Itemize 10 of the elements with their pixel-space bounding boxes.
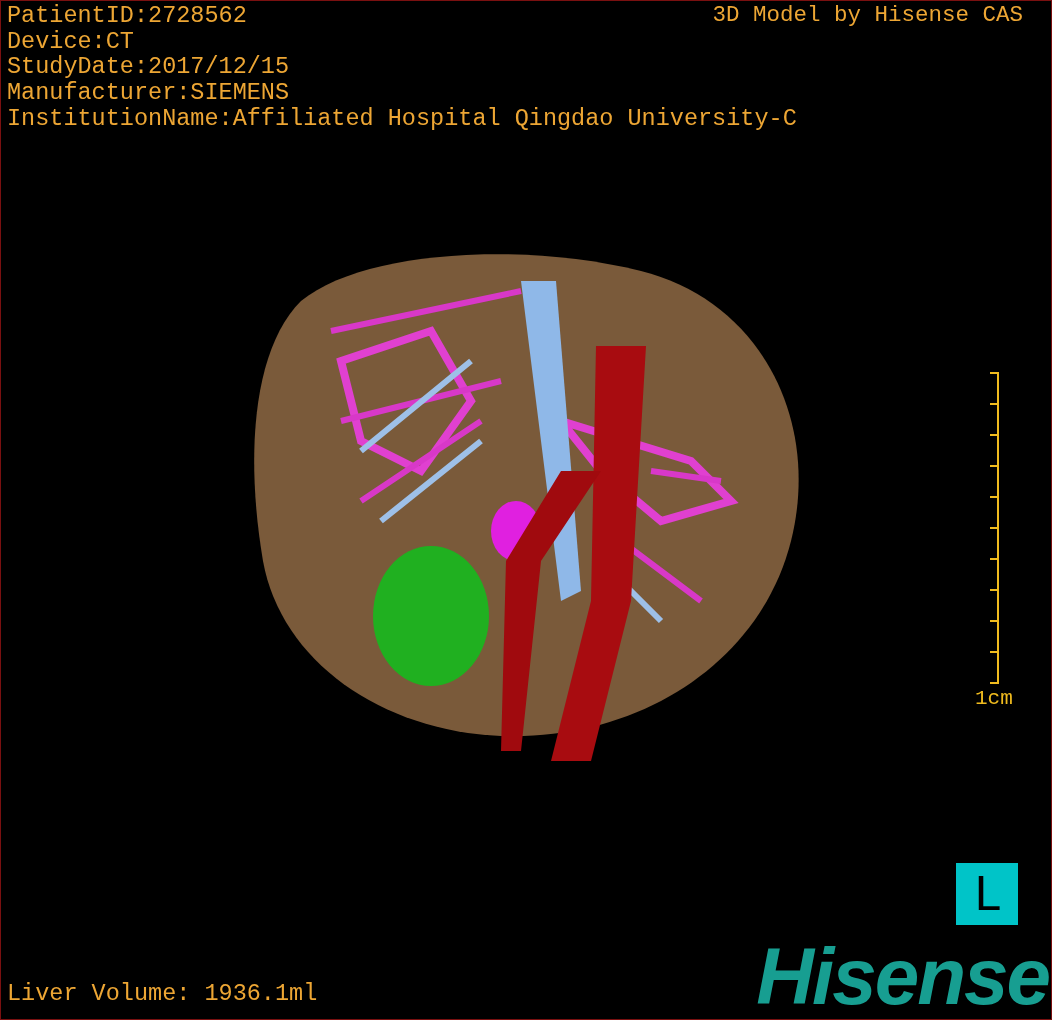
info-text: InstitutionName:Affiliated Hospital Qingdao University-C <box>7 105 797 132</box>
info-text: StudyDate:2017/12/15 <box>7 54 290 81</box>
model-credit: 3D Model by Hisense CAS <box>712 3 1023 29</box>
info-text: Device:CT <box>7 28 134 55</box>
scale-label: 1cm <box>975 687 1013 711</box>
info-text: Manufacturer:SIEMENS <box>7 80 290 106</box>
info-text: PatientID:2728562 <box>7 3 247 29</box>
liver-volume: Liver Volume: 1936.1ml <box>7 980 318 1007</box>
logo: Hisense <box>756 937 1049 1017</box>
orientation-marker: L <box>956 863 1018 925</box>
